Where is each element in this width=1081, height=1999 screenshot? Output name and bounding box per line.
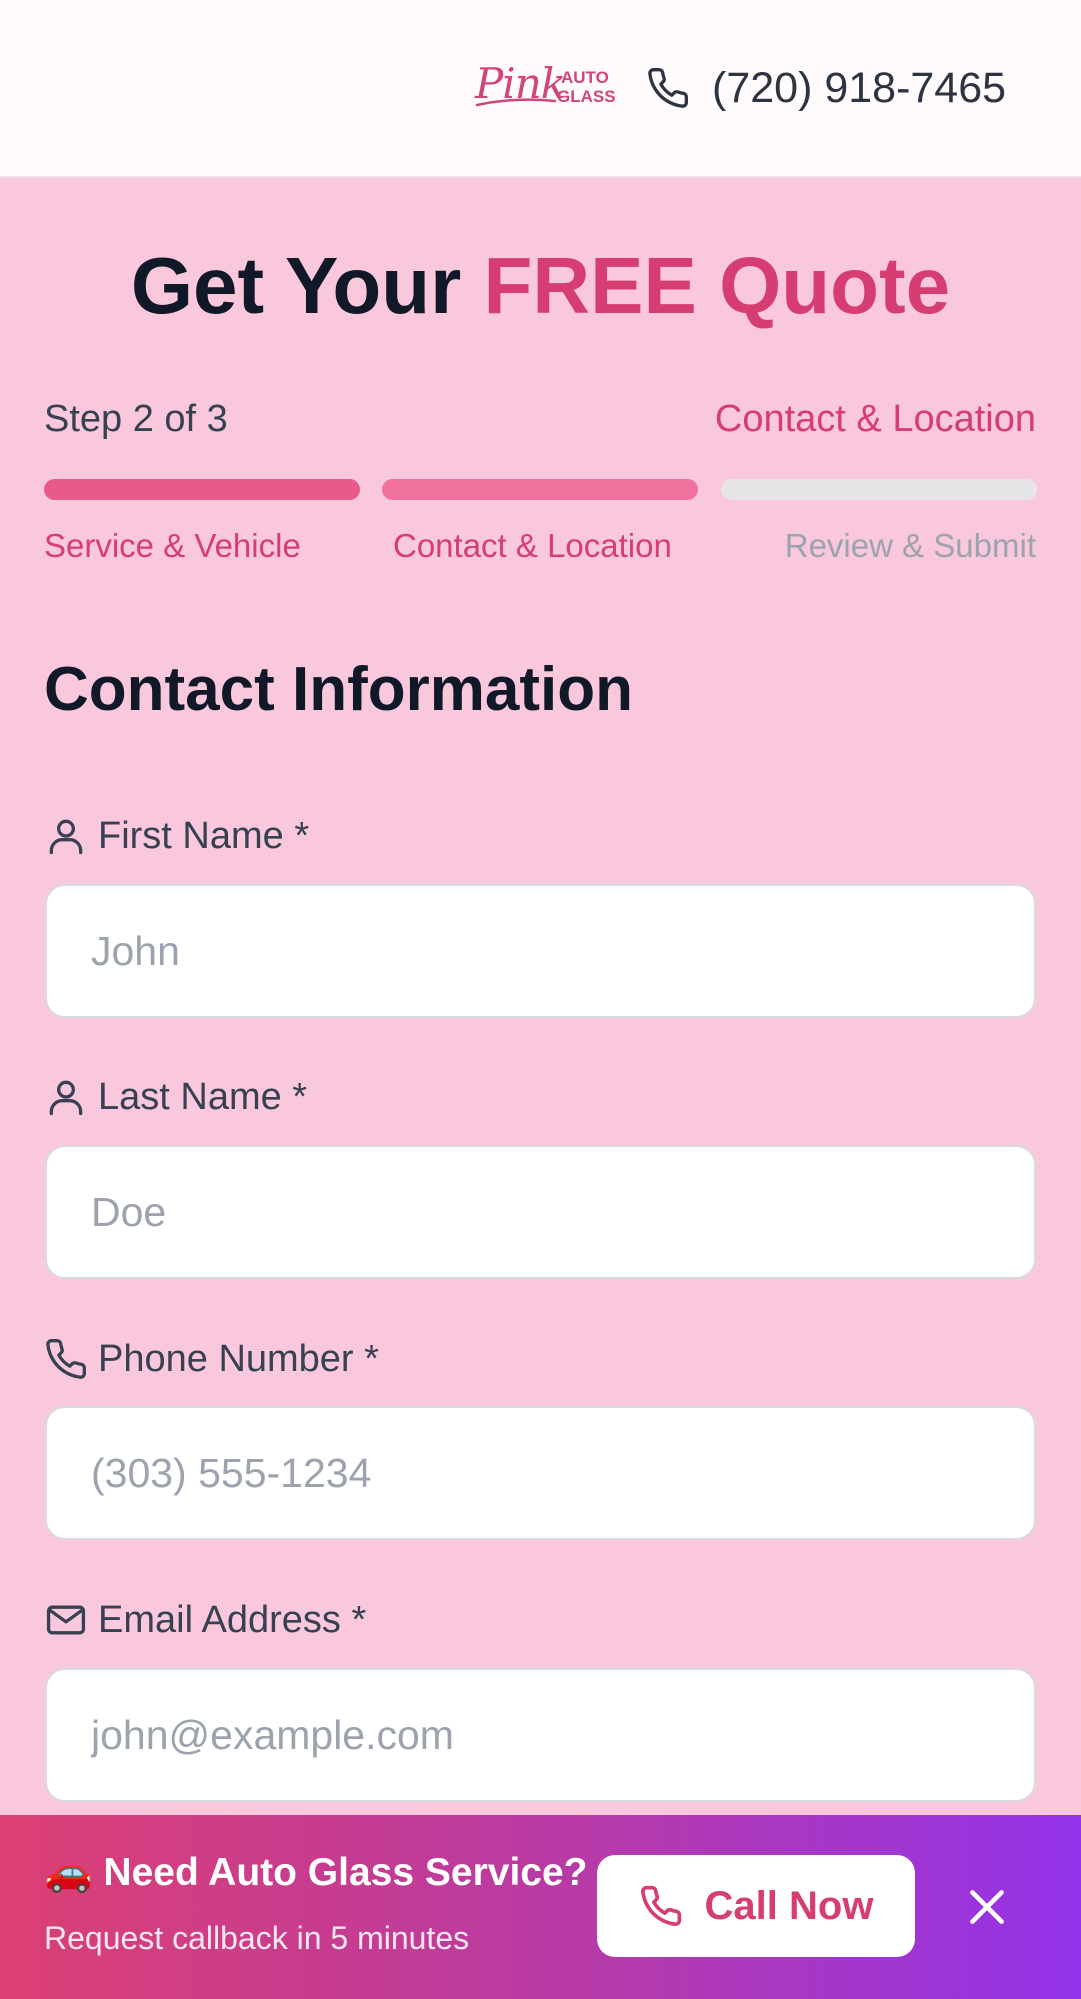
logo-glass-text: GLASS [557,87,616,106]
email-address-label-text: Email Address * [98,1599,367,1641]
logo-swoosh-icon [475,98,557,107]
logo-auto-text: AUTO [561,68,609,87]
current-step-name: Contact & Location [714,398,1036,440]
last-name-input[interactable] [45,1145,1036,1279]
title-accent-text: FREE Quote [483,241,951,330]
user-icon [49,819,83,855]
step-counter: Step 2 of 3 [44,398,228,440]
site-header: Pink AUTO GLASS (720) 918-7465 [0,0,1081,178]
first-name-input[interactable] [45,884,1036,1018]
phone-icon [46,1338,86,1379]
phone-number-input[interactable] [45,1406,1036,1540]
email-address-input[interactable] [45,1668,1036,1802]
progress-segment-3 [721,479,1037,500]
phone-icon [640,1885,681,1927]
phone-icon[interactable] [646,66,690,110]
user-icon [49,1080,83,1116]
phone-number-label-text: Phone Number * [98,1338,379,1380]
close-icon[interactable] [962,1882,1012,1932]
title-plain-text: Get Your [130,241,484,330]
progress-segment-2 [382,479,698,500]
first-name-label: First Name * [44,812,309,860]
step-label-service-vehicle: Service & Vehicle [44,527,301,564]
page-title: Get Your FREE Quote [0,238,1081,334]
call-now-banner: 🚗 Need Auto Glass Service? Request callb… [0,1815,1081,1999]
phone-number-label: Phone Number * [44,1335,379,1383]
header-phone-link[interactable]: (720) 918-7465 [712,62,1006,114]
section-title: Contact Information [44,655,633,724]
last-name-label-text: Last Name * [98,1076,308,1118]
first-name-label-text: First Name * [98,815,310,857]
call-now-button[interactable]: Call Now [597,1855,915,1957]
email-address-label: Email Address * [44,1596,366,1644]
car-emoji-icon: 🚗 [44,1851,93,1894]
mail-icon [46,1605,86,1635]
step-label-contact-location: Contact & Location [393,527,672,564]
call-now-label: Call Now [704,1883,874,1928]
banner-title-text: Need Auto Glass Service? [103,1851,588,1894]
progress-segment-1 [44,479,360,500]
step-label-review-submit: Review & Submit [784,527,1036,564]
brand-logo[interactable]: Pink AUTO GLASS [475,55,616,115]
banner-subtitle: Request callback in 5 minutes [44,1920,470,1956]
last-name-label: Last Name * [44,1073,307,1121]
banner-title: 🚗 Need Auto Glass Service? [44,1848,587,1898]
